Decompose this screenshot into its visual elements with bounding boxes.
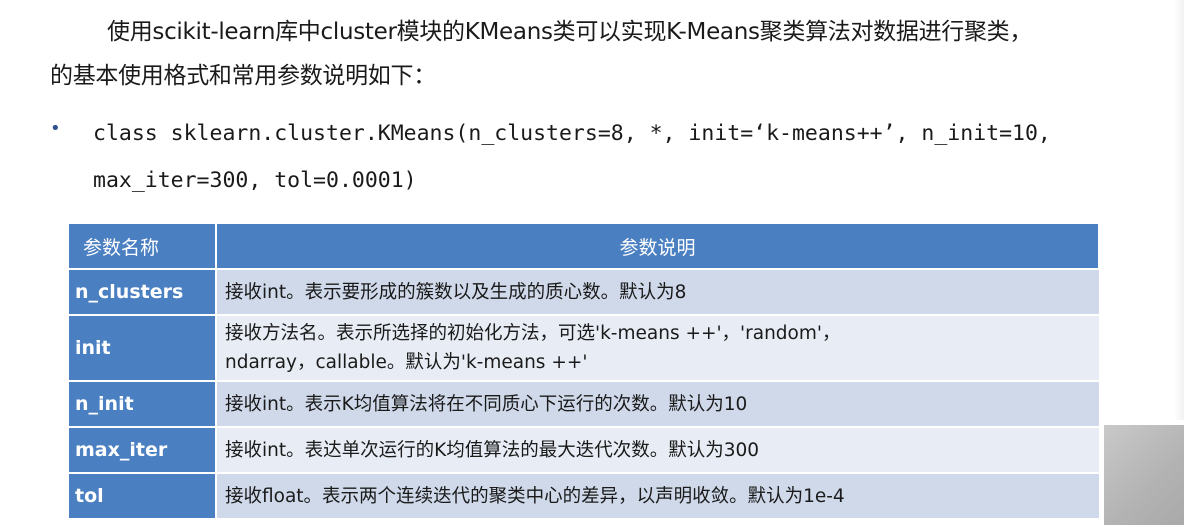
table-row: n_clusters 接收int。表示要形成的簇数以及生成的质心数。默认为8	[69, 268, 1099, 315]
intro-line-1: 使用scikit-learn库中cluster模块的KMeans类可以实现K-M…	[107, 19, 1033, 45]
table-row: n_init 接收int。表示K均值算法将在不同质心下运行的次数。默认为10	[69, 380, 1099, 427]
param-desc: 接收int。表示K均值算法将在不同质心下运行的次数。默认为10	[216, 380, 1099, 427]
param-name: init	[69, 314, 217, 381]
slide: 使用scikit-learn库中cluster模块的KMeans类可以实现K-M…	[0, 0, 1184, 525]
param-name: max_iter	[69, 426, 217, 473]
table-header-row: 参数名称 参数说明	[69, 224, 1100, 269]
param-desc: 接收int。表达单次运行的K均值算法的最大迭代次数。默认为300	[216, 426, 1099, 473]
param-name: n_init	[69, 380, 217, 427]
param-name: tol	[69, 472, 217, 518]
webcam-overlay	[1104, 425, 1184, 525]
table-row: init 接收方法名。表示所选择的初始化方法，可选'k-means ++'，'r…	[69, 314, 1099, 381]
intro-paragraph: 使用scikit-learn库中cluster模块的KMeans类可以实现K-M…	[50, 10, 1180, 98]
table-row: max_iter 接收int。表达单次运行的K均值算法的最大迭代次数。默认为30…	[69, 426, 1099, 473]
param-desc-line: 接收float。表示两个连续迭代的聚类中心的差异，以声明收敛。默认为1e-4	[225, 485, 845, 507]
parameter-table: 参数名称 参数说明 n_clusters 接收int。表示要形成的簇数以及生成的…	[69, 224, 1100, 518]
param-desc: 接收方法名。表示所选择的初始化方法，可选'k-means ++'，'random…	[216, 314, 1099, 381]
table-row: tol 接收float。表示两个连续迭代的聚类中心的差异，以声明收敛。默认为1e…	[69, 472, 1099, 518]
code-text: class sklearn.cluster.KMeans(n_clusters=…	[93, 110, 1051, 204]
param-name: n_clusters	[69, 268, 217, 315]
param-desc-line: ndarray，callable。默认为'k-means ++'	[225, 352, 588, 373]
param-desc-line: 接收int。表示要形成的簇数以及生成的质心数。默认为8	[225, 281, 687, 303]
header-param-desc: 参数说明	[216, 224, 1100, 269]
code-line-1: class sklearn.cluster.KMeans(n_clusters=…	[93, 121, 1051, 146]
bullet-icon: •	[50, 118, 61, 139]
param-desc: 接收float。表示两个连续迭代的聚类中心的差异，以声明收敛。默认为1e-4	[216, 472, 1099, 518]
param-desc-line: 接收int。表示K均值算法将在不同质心下运行的次数。默认为10	[225, 393, 748, 415]
param-desc-line: 接收方法名。表示所选择的初始化方法，可选'k-means ++'，'random…	[225, 323, 841, 344]
slide-edge	[1174, 0, 1184, 420]
header-param-name: 参数名称	[69, 224, 217, 269]
code-line-2: max_iter=300, tol=0.0001)	[93, 168, 417, 193]
param-desc-line: 接收int。表达单次运行的K均值算法的最大迭代次数。默认为300	[225, 439, 760, 461]
param-desc: 接收int。表示要形成的簇数以及生成的质心数。默认为8	[216, 268, 1099, 315]
intro-line-2: 的基本使用格式和常用参数说明如下：	[50, 63, 436, 89]
